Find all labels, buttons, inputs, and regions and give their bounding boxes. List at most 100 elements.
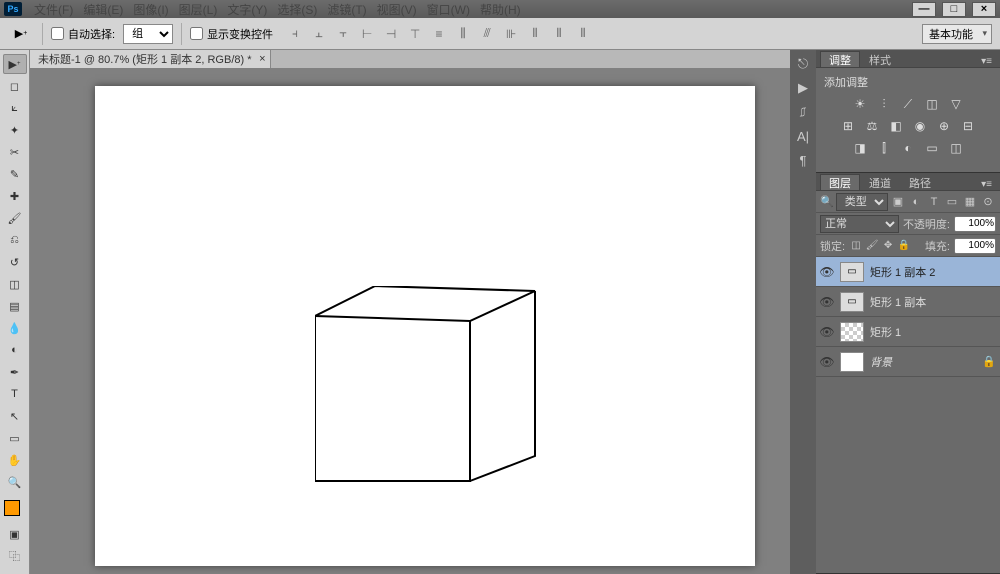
- brush-tool[interactable]: 🖌: [3, 208, 27, 228]
- channelmix-icon[interactable]: ⊕: [935, 118, 953, 134]
- minimize-button[interactable]: —: [912, 2, 936, 17]
- distribute-icon[interactable]: ≡: [429, 24, 449, 44]
- menu-type[interactable]: 文字(Y): [223, 0, 271, 20]
- active-tool-icon[interactable]: ▶+: [8, 24, 34, 44]
- show-transform-input[interactable]: [190, 27, 203, 40]
- menu-file[interactable]: 文件(F): [30, 0, 77, 20]
- layer-item[interactable]: 👁 ▭ 矩形 1 副本: [816, 287, 1000, 317]
- layer-thumb[interactable]: ▭: [840, 262, 864, 282]
- tab-paths[interactable]: 路径: [900, 174, 940, 190]
- wand-tool[interactable]: ✦: [3, 120, 27, 140]
- properties-panel-icon[interactable]: ⎎: [793, 102, 813, 122]
- menu-select[interactable]: 选择(S): [273, 0, 321, 20]
- filter-shape-icon[interactable]: ▭: [944, 194, 960, 210]
- auto-select-input[interactable]: [51, 27, 64, 40]
- distribute-icon[interactable]: ⦀: [549, 24, 569, 44]
- brightness-icon[interactable]: ☀: [851, 96, 869, 112]
- colorlookup-icon[interactable]: ⊟: [959, 118, 977, 134]
- screenmode-tool[interactable]: ⿻: [3, 546, 27, 566]
- exposure-icon[interactable]: ◫: [923, 96, 941, 112]
- canvas-viewport[interactable]: [30, 68, 790, 574]
- zoom-tool[interactable]: 🔍: [3, 472, 27, 492]
- menu-view[interactable]: 视图(V): [373, 0, 421, 20]
- visibility-icon[interactable]: 👁: [820, 325, 834, 339]
- invert-icon[interactable]: ◨: [851, 140, 869, 156]
- photofilter-icon[interactable]: ◉: [911, 118, 929, 134]
- heal-tool[interactable]: ✚: [3, 186, 27, 206]
- lasso-tool[interactable]: ⟀: [3, 98, 27, 118]
- menu-image[interactable]: 图像(I): [129, 0, 172, 20]
- show-transform-checkbox[interactable]: 显示变换控件: [190, 26, 273, 42]
- layer-name[interactable]: 背景: [870, 354, 976, 370]
- filter-adjust-icon[interactable]: ◐: [908, 194, 924, 210]
- stamp-tool[interactable]: ⎌: [3, 230, 27, 250]
- balance-icon[interactable]: ⚖: [863, 118, 881, 134]
- tab-adjustments[interactable]: 调整: [820, 51, 860, 67]
- hue-icon[interactable]: ⊞: [839, 118, 857, 134]
- actions-panel-icon[interactable]: ▶: [793, 78, 813, 98]
- align-icon[interactable]: ⫠: [309, 24, 329, 44]
- dodge-tool[interactable]: ◐: [3, 340, 27, 360]
- filter-search-icon[interactable]: 🔍: [820, 195, 834, 208]
- close-button[interactable]: ×: [972, 2, 996, 17]
- align-icon[interactable]: ⊢: [357, 24, 377, 44]
- layer-thumb[interactable]: [840, 352, 864, 372]
- filter-text-icon[interactable]: T: [926, 194, 942, 210]
- vibrance-icon[interactable]: ▽: [947, 96, 965, 112]
- distribute-icon[interactable]: ⦀: [525, 24, 545, 44]
- visibility-icon[interactable]: 👁: [820, 295, 834, 309]
- auto-select-checkbox[interactable]: 自动选择:: [51, 26, 115, 42]
- tab-layers[interactable]: 图层: [820, 174, 860, 190]
- char-panel-icon[interactable]: A|: [793, 126, 813, 146]
- blend-mode-select[interactable]: 正常: [820, 215, 899, 233]
- layer-thumb[interactable]: ▭: [840, 292, 864, 312]
- blur-tool[interactable]: 💧: [3, 318, 27, 338]
- layer-name[interactable]: 矩形 1: [870, 324, 996, 340]
- layer-thumb[interactable]: [840, 322, 864, 342]
- gradient-tool[interactable]: ▤: [3, 296, 27, 316]
- layer-filter-select[interactable]: 类型: [836, 193, 888, 211]
- align-icon[interactable]: ⊤: [405, 24, 425, 44]
- pen-tool[interactable]: ✒: [3, 362, 27, 382]
- align-icon[interactable]: ⫞: [285, 24, 305, 44]
- curves-icon[interactable]: ⟋: [899, 96, 917, 112]
- tab-styles[interactable]: 样式: [860, 51, 900, 67]
- quickmask-tool[interactable]: ▣: [3, 524, 27, 544]
- distribute-icon[interactable]: ⫻: [477, 24, 497, 44]
- align-icon[interactable]: ⊣: [381, 24, 401, 44]
- menu-filter[interactable]: 滤镜(T): [323, 0, 370, 20]
- paragraph-panel-icon[interactable]: ¶: [793, 150, 813, 170]
- marquee-tool[interactable]: ◻: [3, 76, 27, 96]
- auto-select-target[interactable]: 组: [123, 24, 173, 44]
- levels-icon[interactable]: ⫶: [875, 96, 893, 112]
- lock-transparency-icon[interactable]: ◫: [849, 239, 863, 253]
- shape-tool[interactable]: ▭: [3, 428, 27, 448]
- filter-pixel-icon[interactable]: ▣: [890, 194, 906, 210]
- menu-edit[interactable]: 编辑(E): [79, 0, 127, 20]
- move-tool[interactable]: ▶+: [3, 54, 27, 74]
- panel-menu-icon[interactable]: ▾≡: [977, 179, 996, 190]
- visibility-icon[interactable]: 👁: [820, 265, 834, 279]
- foreground-color-swatch[interactable]: [4, 500, 20, 516]
- gradientmap-icon[interactable]: ▭: [923, 140, 941, 156]
- distribute-icon[interactable]: ⫼: [453, 24, 473, 44]
- eraser-tool[interactable]: ◫: [3, 274, 27, 294]
- distribute-icon[interactable]: ⊪: [501, 24, 521, 44]
- layer-item[interactable]: 👁 背景 🔒: [816, 347, 1000, 377]
- lock-pixels-icon[interactable]: 🖌: [865, 239, 879, 253]
- canvas[interactable]: [95, 86, 755, 566]
- layer-item[interactable]: 👁 矩形 1: [816, 317, 1000, 347]
- visibility-icon[interactable]: 👁: [820, 355, 834, 369]
- menu-window[interactable]: 窗口(W): [423, 0, 474, 20]
- layer-item[interactable]: 👁 ▭ 矩形 1 副本 2: [816, 257, 1000, 287]
- workspace-selector[interactable]: 基本功能: [922, 24, 992, 44]
- eyedropper-tool[interactable]: ✎: [3, 164, 27, 184]
- bw-icon[interactable]: ◧: [887, 118, 905, 134]
- menu-help[interactable]: 帮助(H): [476, 0, 525, 20]
- document-tab[interactable]: 未标题-1 @ 80.7% (矩形 1 副本 2, RGB/8) *: [30, 50, 271, 68]
- history-brush-tool[interactable]: ↺: [3, 252, 27, 272]
- filter-smart-icon[interactable]: ▦: [962, 194, 978, 210]
- menu-layer[interactable]: 图层(L): [175, 0, 222, 20]
- distribute-icon[interactable]: ⦀: [573, 24, 593, 44]
- selective-icon[interactable]: ◫: [947, 140, 965, 156]
